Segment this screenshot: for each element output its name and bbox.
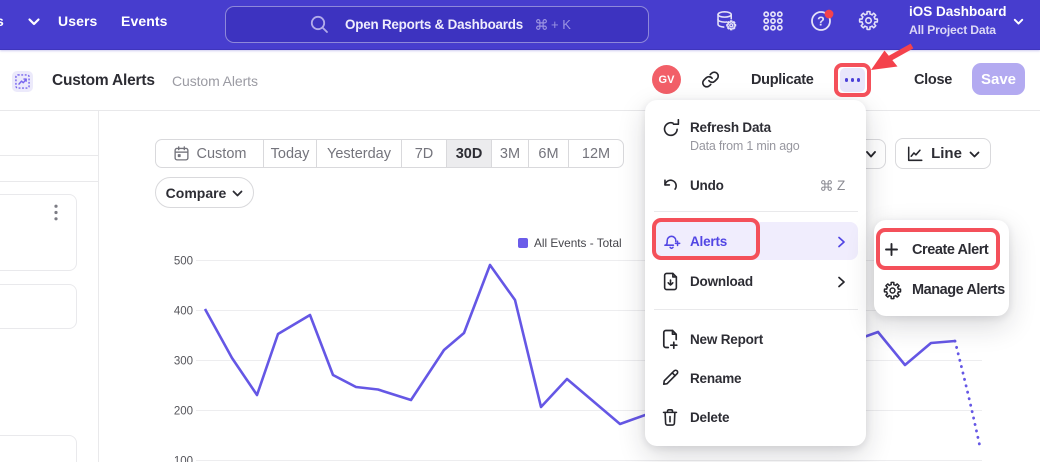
svg-text:500: 500 xyxy=(174,256,193,268)
svg-text:400: 400 xyxy=(174,306,193,318)
svg-text:?: ? xyxy=(817,15,825,29)
svg-text:200: 200 xyxy=(174,406,193,418)
svg-text:100: 100 xyxy=(174,456,193,462)
svg-text:300: 300 xyxy=(174,356,193,368)
